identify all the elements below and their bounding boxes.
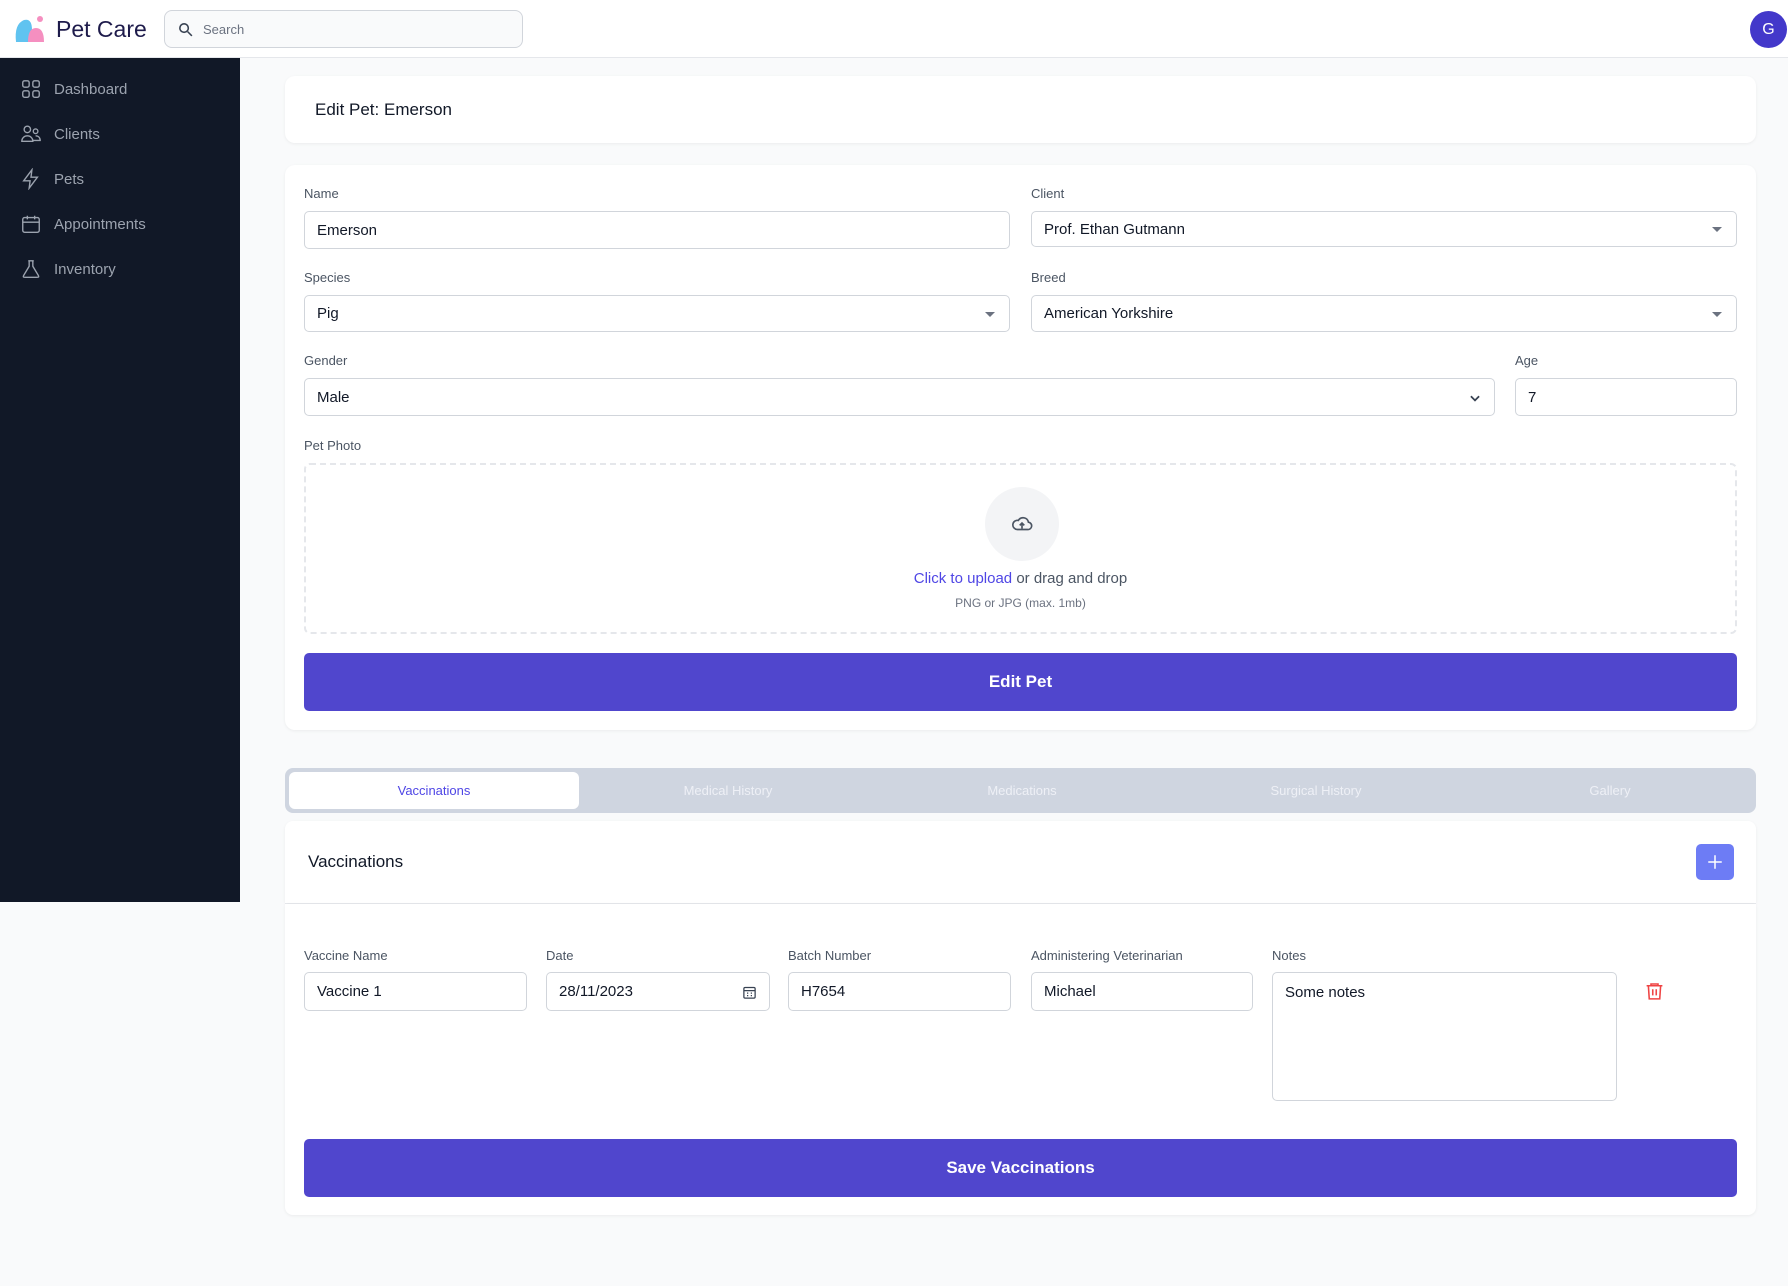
users-icon — [21, 125, 41, 143]
caret-down-icon — [1712, 227, 1722, 232]
cloud-upload-icon — [1012, 516, 1033, 531]
gender-value: Male — [317, 388, 350, 406]
tab-vaccinations[interactable]: Vaccinations — [289, 772, 579, 809]
caret-down-icon — [985, 311, 995, 317]
sidebar-item-label: Inventory — [54, 260, 116, 278]
sidebar: Dashboard Clients Pets Appointments Inve… — [0, 58, 240, 902]
col-notes: Notes — [1272, 948, 1306, 963]
vaccinations-header: Vaccinations — [285, 821, 1756, 903]
plus-icon — [1708, 855, 1722, 869]
caret-down-icon — [1712, 311, 1722, 317]
sidebar-item-label: Appointments — [54, 215, 146, 233]
chevron-down-icon — [1470, 395, 1480, 402]
col-batch-number: Batch Number — [788, 948, 872, 963]
species-select[interactable]: Pig — [304, 295, 1010, 332]
add-vaccination-button[interactable] — [1696, 844, 1734, 880]
gender-label: Gender — [304, 353, 348, 368]
pet-photo-label: Pet Photo — [304, 438, 362, 453]
calendar-icon — [22, 215, 40, 233]
age-input[interactable]: 7 — [1515, 378, 1737, 416]
col-veterinarian: Administering Veterinarian — [1031, 948, 1183, 963]
user-avatar[interactable]: G — [1750, 11, 1787, 48]
sidebar-item-clients[interactable]: Clients — [20, 123, 100, 145]
page-title: Edit Pet: Emerson — [315, 100, 453, 119]
species-label: Species — [304, 270, 351, 285]
bolt-icon — [22, 168, 39, 190]
age-label: Age — [1515, 353, 1539, 368]
trash-icon[interactable] — [1644, 980, 1665, 1002]
gender-select[interactable]: Male — [304, 378, 1495, 416]
edit-pet-button[interactable]: Edit Pet — [304, 653, 1737, 711]
brand-name: Pet Care — [56, 16, 147, 42]
save-vaccinations-button[interactable]: Save Vaccinations — [304, 1139, 1737, 1197]
search-icon — [179, 23, 193, 37]
top-header: Pet Care Search G — [0, 0, 1788, 58]
breed-select[interactable]: American Yorkshire — [1031, 295, 1737, 332]
photo-dropzone[interactable]: Click to upload or drag and drop PNG or … — [304, 463, 1737, 634]
sidebar-item-label: Clients — [54, 125, 100, 143]
breed-value: American Yorkshire — [1044, 305, 1174, 322]
breed-label: Breed — [1031, 270, 1066, 285]
species-value: Pig — [317, 305, 339, 322]
sidebar-item-pets[interactable]: Pets — [20, 168, 84, 190]
grid-icon — [22, 80, 40, 98]
date-input[interactable]: 28/11/2023 — [546, 972, 770, 1011]
client-select[interactable]: Prof. Ethan Gutmann — [1031, 211, 1737, 247]
veterinarian-input[interactable]: Michael — [1031, 972, 1253, 1011]
sidebar-item-label: Dashboard — [54, 80, 128, 98]
sidebar-item-dashboard[interactable]: Dashboard — [20, 78, 127, 100]
notes-textarea[interactable]: Some notes — [1272, 972, 1617, 1101]
flask-icon — [22, 260, 40, 278]
click-to-upload-link[interactable]: Click to upload — [914, 570, 1012, 587]
calendar-icon[interactable] — [742, 985, 757, 1000]
search-input[interactable]: Search — [164, 10, 523, 48]
vaccine-name-input[interactable]: Vaccine 1 — [304, 972, 527, 1011]
batch-number-input[interactable]: H7654 — [788, 972, 1011, 1011]
tab-medications[interactable]: Medications — [877, 772, 1167, 809]
page-title-card: Edit Pet: Emerson — [285, 76, 1756, 143]
tab-surgical-history[interactable]: Surgical History — [1171, 772, 1461, 809]
sidebar-item-inventory[interactable]: Inventory — [20, 258, 116, 280]
tab-gallery[interactable]: Gallery — [1465, 772, 1755, 809]
edit-pet-form — [285, 165, 1756, 730]
upload-icon-circle — [985, 487, 1059, 561]
sidebar-item-label: Pets — [54, 170, 85, 188]
tab-medical-history[interactable]: Medical History — [583, 772, 873, 809]
col-vaccine-name: Vaccine Name — [304, 948, 388, 963]
sidebar-item-appointments[interactable]: Appointments — [20, 213, 146, 235]
name-label: Name — [304, 186, 339, 201]
vaccinations-title: Vaccinations — [308, 852, 404, 871]
upload-instructions: or drag and drop — [1012, 570, 1128, 587]
client-label: Client — [1031, 186, 1065, 201]
date-value: 28/11/2023 — [559, 983, 633, 1000]
col-date: Date — [546, 948, 574, 963]
client-value: Prof. Ethan Gutmann — [1044, 220, 1185, 238]
search-placeholder: Search — [203, 22, 245, 37]
pet-care-logo — [15, 16, 44, 42]
tab-bar: Vaccinations Medical History Medications… — [285, 768, 1756, 813]
name-input[interactable]: Emerson — [304, 211, 1010, 249]
upload-hint: PNG or JPG (max. 1mb) — [955, 596, 1086, 610]
